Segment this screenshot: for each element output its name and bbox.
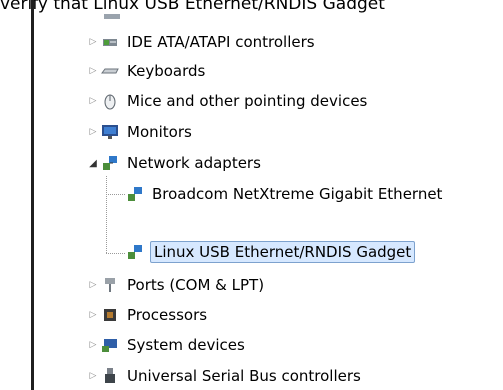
tree-connector-line bbox=[106, 176, 107, 253]
port-icon bbox=[101, 276, 119, 294]
expand-arrow-icon[interactable]: ▷ bbox=[87, 339, 99, 351]
tree-item-keyboards[interactable]: ▷ Keyboards bbox=[87, 60, 207, 82]
keyboard-icon bbox=[101, 62, 119, 80]
tree-item-label: Ports (COM & LPT) bbox=[127, 276, 265, 294]
tree-item-label: Processors bbox=[127, 306, 208, 324]
usb-icon bbox=[101, 367, 119, 385]
tree-item-label: IDE ATA/ATAPI controllers bbox=[127, 33, 315, 51]
tree-item-label: Linux USB Ethernet/RNDIS Gadget bbox=[150, 241, 416, 263]
expand-arrow-icon[interactable]: ▷ bbox=[87, 309, 99, 321]
expand-arrow-icon[interactable]: ▷ bbox=[87, 95, 99, 107]
tree-item-broadcom[interactable]: Broadcom NetXtreme Gigabit Ethernet bbox=[126, 183, 444, 205]
tree-item-ide-ata[interactable]: ▷ IDE ATA/ATAPI controllers bbox=[87, 31, 317, 53]
network-adapter-icon bbox=[126, 243, 144, 261]
tree-item-network-adapters[interactable]: ◢ Network adapters bbox=[87, 152, 263, 174]
expand-arrow-icon[interactable]: ▷ bbox=[87, 36, 99, 48]
dvd-drive-icon bbox=[103, 14, 121, 24]
processor-icon bbox=[101, 306, 119, 324]
tree-item-system-devices[interactable]: ▷ System devices bbox=[87, 334, 247, 356]
tree-item-label: System devices bbox=[127, 336, 245, 354]
mouse-icon bbox=[101, 92, 119, 110]
network-adapter-icon bbox=[126, 185, 144, 203]
tree-connector-line bbox=[106, 194, 125, 195]
tree-item-label: Universal Serial Bus controllers bbox=[127, 367, 361, 385]
tree-item-label: Network adapters bbox=[127, 154, 261, 172]
expand-arrow-icon[interactable]: ▷ bbox=[87, 126, 99, 138]
tree-item-ports[interactable]: ▷ Ports (COM & LPT) bbox=[87, 274, 266, 296]
expand-arrow-icon[interactable]: ▷ bbox=[87, 370, 99, 382]
monitor-icon bbox=[101, 123, 119, 141]
tree-item-mice[interactable]: ▷ Mice and other pointing devices bbox=[87, 90, 369, 112]
tree-item-label: Mice and other pointing devices bbox=[127, 92, 368, 110]
tree-item-usb-controllers[interactable]: ▷ Universal Serial Bus controllers bbox=[87, 365, 363, 387]
tree-item-label: Keyboards bbox=[127, 62, 206, 80]
tree-connector-line bbox=[106, 253, 125, 254]
tree-item-processors[interactable]: ▷ Processors bbox=[87, 304, 209, 326]
tree-item-label: Broadcom NetXtreme Gigabit Ethernet bbox=[152, 185, 443, 203]
tree-item-label: Monitors bbox=[127, 123, 192, 141]
expand-arrow-icon[interactable]: ▷ bbox=[87, 279, 99, 291]
tree-item-monitors[interactable]: ▷ Monitors bbox=[87, 121, 194, 143]
collapse-arrow-icon[interactable]: ◢ bbox=[87, 157, 99, 169]
network-adapter-icon bbox=[101, 154, 119, 172]
system-devices-icon bbox=[101, 336, 119, 354]
expand-arrow-icon[interactable]: ▷ bbox=[87, 65, 99, 77]
ide-controller-icon bbox=[101, 33, 119, 51]
device-tree[interactable]: ▷ IDE ATA/ATAPI controllers ▷ Keyboards … bbox=[0, 0, 503, 390]
tree-item-dvd-partial[interactable] bbox=[103, 14, 127, 24]
tree-item-linux-usb-rndis[interactable]: Linux USB Ethernet/RNDIS Gadget bbox=[126, 241, 416, 263]
